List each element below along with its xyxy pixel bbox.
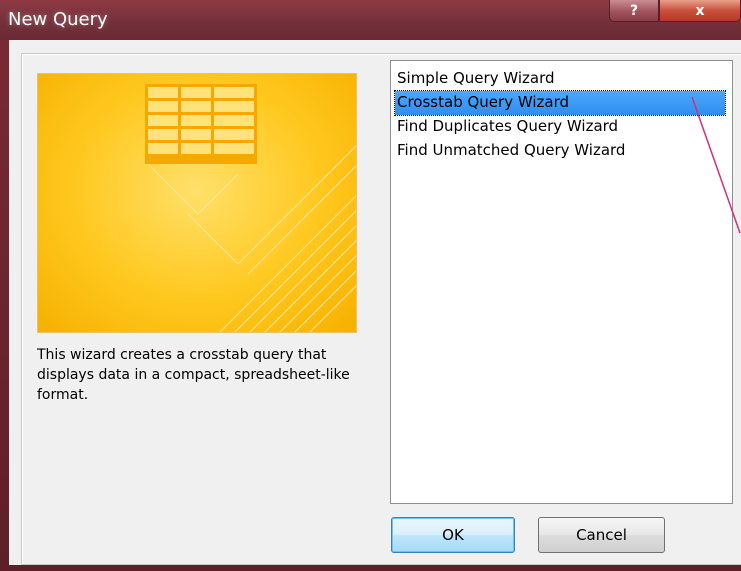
annotation-line bbox=[691, 96, 741, 234]
dialog-body: This wizard creates a crosstab query tha… bbox=[9, 40, 741, 565]
crosstab-illustration-icon bbox=[145, 84, 356, 332]
cancel-button[interactable]: Cancel bbox=[538, 517, 665, 553]
wizard-list[interactable]: Simple Query Wizard Crosstab Query Wizar… bbox=[390, 60, 733, 504]
title-bar[interactable]: New Query ? x bbox=[0, 0, 741, 40]
list-item-find-unmatched-query-wizard[interactable]: Find Unmatched Query Wizard bbox=[395, 139, 725, 163]
wizard-preview-image bbox=[37, 73, 357, 333]
ok-button[interactable]: OK bbox=[391, 517, 515, 553]
window-title: New Query bbox=[8, 9, 108, 30]
help-icon: ? bbox=[629, 2, 639, 19]
list-item-simple-query-wizard[interactable]: Simple Query Wizard bbox=[395, 67, 725, 91]
list-item-crosstab-query-wizard[interactable]: Crosstab Query Wizard bbox=[394, 90, 726, 116]
close-icon: x bbox=[695, 2, 705, 19]
help-button[interactable]: ? bbox=[609, 0, 659, 22]
close-button[interactable]: x bbox=[659, 0, 741, 22]
wizard-description: This wizard creates a crosstab query tha… bbox=[37, 347, 350, 403]
list-item-find-duplicates-query-wizard[interactable]: Find Duplicates Query Wizard bbox=[395, 115, 725, 139]
